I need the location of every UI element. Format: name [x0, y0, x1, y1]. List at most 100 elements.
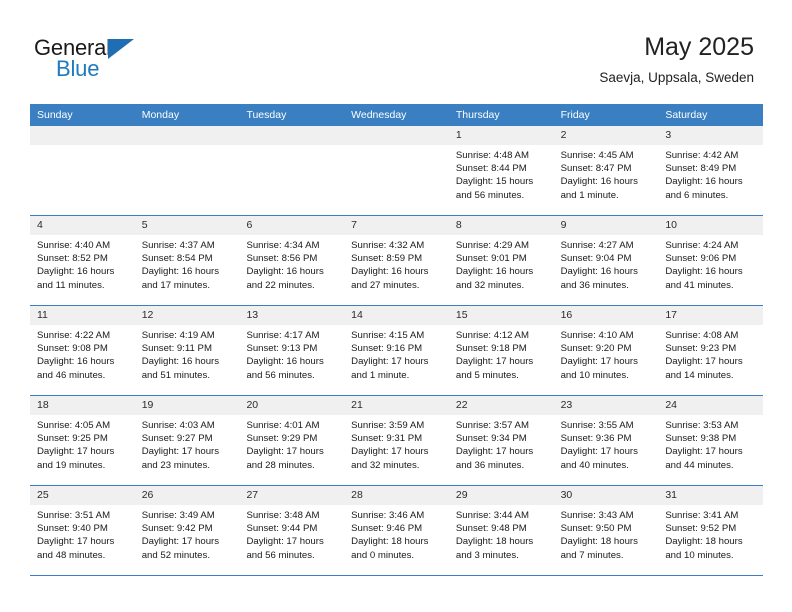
weekday-saturday: Saturday [665, 109, 708, 121]
day-number: 12 [141, 309, 154, 321]
day-number-band: 27 [239, 486, 345, 505]
sunset-time: Sunset: 9:34 PM [455, 433, 527, 445]
day-number: 7 [351, 219, 357, 231]
calendar-day-cell[interactable]: 22 Sunrise: 3:57 AM Sunset: 9:34 PM Dayligh… [448, 396, 554, 485]
sunrise-time: Sunrise: 4:42 AM [665, 150, 739, 161]
day-details: Sunrise: 4:05 AM Sunset: 9:25 PM Daylight:… [30, 415, 135, 472]
calendar-day-cell[interactable]: 2 Sunrise: 4:45 AM Sunset: 8:47 PM Daylight… [553, 126, 659, 215]
sunset-time: Sunset: 9:06 PM [665, 253, 737, 265]
calendar-week-row: 18 Sunrise: 4:05 AM Sunset: 9:25 PM Dayligh… [30, 396, 764, 486]
daylight-duration-line2: and 19 minutes. [37, 459, 106, 471]
calendar-day-cell[interactable]: 18 Sunrise: 4:05 AM Sunset: 9:25 PM Dayligh… [30, 396, 135, 485]
day-number-band: 22 [448, 396, 554, 415]
day-number: 30 [560, 489, 573, 501]
sunset-time: Sunset: 8:47 PM [560, 163, 632, 175]
calendar-week-row: 25 Sunrise: 3:51 AM Sunset: 9:40 PM Dayligh… [30, 486, 764, 576]
calendar-day-cell[interactable]: 7 Sunrise: 4:32 AM Sunset: 8:59 PM Daylight… [344, 216, 449, 305]
sunset-time: Sunset: 8:59 PM [351, 253, 423, 265]
day-number-band: 14 [344, 306, 449, 325]
daylight-duration-line2: and 23 minutes. [141, 459, 210, 471]
daylight-duration-line1: Daylight: 16 hours [141, 266, 220, 278]
calendar-day-cell[interactable]: 13 Sunrise: 4:17 AM Sunset: 9:13 PM Dayligh… [239, 306, 345, 395]
daylight-duration-line1: Daylight: 16 hours [665, 266, 743, 278]
day-details: Sunrise: 3:59 AM Sunset: 9:31 PM Daylight:… [344, 415, 449, 472]
day-details: Sunrise: 4:32 AM Sunset: 8:59 PM Daylight:… [344, 235, 449, 292]
day-details: Sunrise: 3:43 AM Sunset: 9:50 PM Daylight:… [554, 505, 659, 562]
calendar-day-cell[interactable]: 28 Sunrise: 3:46 AM Sunset: 9:46 PM Dayligh… [344, 486, 449, 575]
day-number-band: 12 [134, 306, 240, 325]
day-number-band: 16 [553, 306, 659, 325]
daylight-duration-line2: and 32 minutes. [455, 279, 525, 291]
sunrise-time: Sunrise: 3:51 AM [37, 510, 111, 521]
weekday-sunday: Sunday [37, 109, 73, 121]
daylight-duration-line1: Daylight: 16 hours [351, 266, 429, 278]
calendar-day-cell[interactable]: 23 Sunrise: 3:55 AM Sunset: 9:36 PM Dayligh… [553, 396, 659, 485]
calendar-day-cell[interactable]: 16 Sunrise: 4:10 AM Sunset: 9:20 PM Dayligh… [553, 306, 659, 395]
day-number-band: 30 [553, 486, 659, 505]
daylight-duration-line1: Daylight: 18 hours [665, 536, 743, 548]
calendar-day-cell[interactable]: 12 Sunrise: 4:19 AM Sunset: 9:11 PM Dayligh… [134, 306, 240, 395]
day-number-band [30, 126, 135, 145]
day-details: Sunrise: 4:34 AM Sunset: 8:56 PM Daylight:… [239, 235, 344, 292]
daylight-duration-line1: Daylight: 17 hours [246, 536, 324, 548]
daylight-duration-line2: and 5 minutes. [455, 369, 519, 381]
daylight-duration-line2: and 36 minutes. [455, 459, 525, 471]
sunset-time: Sunset: 9:38 PM [665, 433, 737, 445]
day-details: Sunrise: 3:57 AM Sunset: 9:34 PM Daylight:… [449, 415, 554, 472]
calendar-day-cell[interactable]: 9 Sunrise: 4:27 AM Sunset: 9:04 PM Daylight… [553, 216, 659, 305]
calendar-day-cell[interactable]: 30 Sunrise: 3:43 AM Sunset: 9:50 PM Dayligh… [553, 486, 659, 575]
daylight-duration-line1: Daylight: 16 hours [560, 266, 638, 278]
sunrise-time: Sunrise: 3:55 AM [560, 420, 634, 431]
day-number-band: 1 [448, 126, 554, 145]
weekday-friday: Friday [560, 109, 590, 121]
general-blue-logo[interactable]: General Blue [34, 36, 174, 84]
calendar-day-cell[interactable]: 3 Sunrise: 4:42 AM Sunset: 8:49 PM Daylight… [658, 126, 764, 215]
calendar-day-cell[interactable]: 31 Sunrise: 3:41 AM Sunset: 9:52 PM Dayligh… [658, 486, 764, 575]
day-number: 23 [560, 399, 573, 411]
day-details: Sunrise: 4:03 AM Sunset: 9:27 PM Daylight:… [135, 415, 240, 472]
calendar-day-cell[interactable]: 6 Sunrise: 4:34 AM Sunset: 8:56 PM Daylight… [239, 216, 345, 305]
daylight-duration-line2: and 1 minute. [560, 189, 619, 201]
weeks-container: 1 Sunrise: 4:48 AM Sunset: 8:44 PM Daylight… [30, 126, 764, 576]
day-number-band: 31 [658, 486, 764, 505]
calendar-day-cell[interactable]: 17 Sunrise: 4:08 AM Sunset: 9:23 PM Dayligh… [658, 306, 764, 395]
sunrise-time: Sunrise: 4:32 AM [351, 240, 425, 251]
calendar-day-cell[interactable]: 5 Sunrise: 4:37 AM Sunset: 8:54 PM Daylight… [134, 216, 240, 305]
calendar-day-cell[interactable]: 14 Sunrise: 4:15 AM Sunset: 9:16 PM Dayligh… [344, 306, 449, 395]
day-number: 9 [560, 219, 567, 231]
page-header: General Blue May 2025 Saevja, Uppsala, S… [0, 0, 792, 104]
weekday-thursday: Thursday [455, 109, 500, 121]
daylight-duration-line2: and 56 minutes. [246, 369, 315, 381]
day-details: Sunrise: 4:24 AM Sunset: 9:06 PM Daylight:… [658, 235, 763, 292]
day-details: Sunrise: 3:55 AM Sunset: 9:36 PM Daylight:… [554, 415, 659, 472]
calendar-day-cell[interactable]: 27 Sunrise: 3:48 AM Sunset: 9:44 PM Dayligh… [239, 486, 345, 575]
day-details: Sunrise: 4:22 AM Sunset: 9:08 PM Daylight:… [30, 325, 135, 382]
calendar-day-cell[interactable]: 15 Sunrise: 4:12 AM Sunset: 9:18 PM Dayligh… [448, 306, 554, 395]
day-details: Sunrise: 4:01 AM Sunset: 9:29 PM Daylight:… [239, 415, 344, 472]
calendar-day-cell[interactable]: 11 Sunrise: 4:22 AM Sunset: 9:08 PM Dayligh… [30, 306, 135, 395]
sunset-time: Sunset: 9:46 PM [351, 523, 423, 535]
calendar-day-cell[interactable]: 8 Sunrise: 4:29 AM Sunset: 9:01 PM Daylight… [448, 216, 554, 305]
calendar-day-cell[interactable]: 24 Sunrise: 3:53 AM Sunset: 9:38 PM Dayligh… [658, 396, 764, 485]
calendar-day-cell[interactable]: 1 Sunrise: 4:48 AM Sunset: 8:44 PM Daylight… [448, 126, 554, 215]
calendar-day-cell[interactable]: 26 Sunrise: 3:49 AM Sunset: 9:42 PM Dayligh… [134, 486, 240, 575]
daylight-duration-line2: and 6 minutes. [665, 189, 729, 201]
day-number: 24 [665, 399, 677, 411]
day-number: 29 [455, 489, 468, 501]
day-number: 13 [246, 309, 259, 321]
sunset-time: Sunset: 9:50 PM [560, 523, 632, 535]
calendar-week-row: 4 Sunrise: 4:40 AM Sunset: 8:52 PM Daylight… [30, 216, 764, 306]
day-number-band: 18 [30, 396, 135, 415]
calendar-day-cell[interactable]: 20 Sunrise: 4:01 AM Sunset: 9:29 PM Dayligh… [239, 396, 345, 485]
calendar-day-cell[interactable]: 25 Sunrise: 3:51 AM Sunset: 9:40 PM Dayligh… [30, 486, 135, 575]
calendar-day-cell[interactable]: 21 Sunrise: 3:59 AM Sunset: 9:31 PM Dayligh… [344, 396, 449, 485]
daylight-duration-line2: and 32 minutes. [351, 459, 420, 471]
sunrise-time: Sunrise: 3:57 AM [455, 420, 529, 431]
title-block: May 2025 Saevja, Uppsala, Sweden [599, 32, 754, 88]
calendar-day-cell[interactable]: 29 Sunrise: 3:44 AM Sunset: 9:48 PM Dayligh… [448, 486, 554, 575]
calendar-day-cell[interactable]: 10 Sunrise: 4:24 AM Sunset: 9:06 PM Dayligh… [658, 216, 764, 305]
sunrise-time: Sunrise: 4:10 AM [560, 330, 634, 341]
calendar-day-cell[interactable]: 19 Sunrise: 4:03 AM Sunset: 9:27 PM Dayligh… [134, 396, 240, 485]
calendar-day-cell-empty [30, 126, 135, 215]
calendar-day-cell[interactable]: 4 Sunrise: 4:40 AM Sunset: 8:52 PM Daylight… [30, 216, 135, 305]
